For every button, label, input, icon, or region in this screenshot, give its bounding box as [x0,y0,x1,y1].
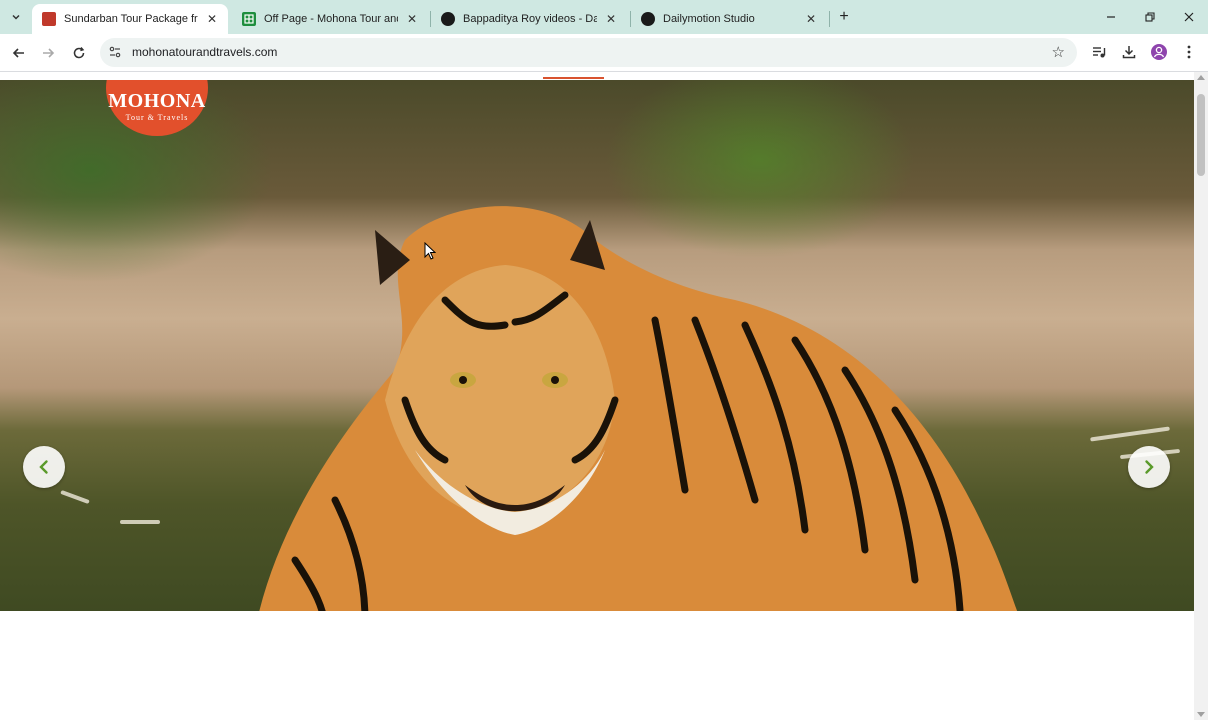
downloads-button[interactable] [1119,42,1139,62]
mohona-logo[interactable]: MOHONA Tour & Travels [106,80,208,136]
chevron-left-icon [39,460,48,474]
page-scrollbar[interactable] [1194,72,1208,720]
page-content: MOHONA Tour & Travels [0,72,1194,720]
slider-next-button[interactable] [1128,446,1170,488]
mohona-favicon-icon [42,12,56,26]
close-icon[interactable]: ✕ [204,11,220,27]
tiger-image [259,206,1018,611]
mouse-cursor-icon [424,242,436,260]
tab-dailymotion-studio[interactable]: Dailymotion Studio ✕ [631,4,827,34]
tab-title: Bappaditya Roy videos - Dailym [463,13,597,25]
water-glint [1090,426,1170,442]
download-icon [1122,46,1136,59]
restore-icon [1145,12,1155,22]
water-glint [120,520,160,524]
close-icon[interactable]: ✕ [603,11,619,27]
avatar-icon [1151,44,1167,60]
tab-title: Dailymotion Studio [663,13,755,25]
url-text[interactable]: mohonatourandtravels.com [132,45,277,59]
scroll-thumb[interactable] [1197,94,1205,176]
dailymotion-favicon-icon [441,12,455,26]
arrow-right-icon [43,48,55,58]
minimize-icon [1107,16,1115,18]
scroll-down-arrow[interactable] [1197,712,1205,717]
tab-off-page[interactable]: Off Page - Mohona Tour and Tr ✕ [232,4,428,34]
dailymotion-favicon-icon [641,12,655,26]
media-controls-button[interactable] [1089,42,1109,62]
bookmark-star-icon[interactable]: ☆ [1052,43,1065,61]
forward-button[interactable] [37,42,59,64]
hero-slider: MOHONA Tour & Travels [0,80,1194,611]
browser-toolbar: mohonatourandtravels.com ☆ [0,34,1208,72]
close-icon[interactable]: ✕ [803,11,819,27]
nav-active-indicator [543,77,604,79]
playlist-icon [1093,47,1106,58]
reload-icon [73,47,85,59]
tab-sundarban[interactable]: Sundarban Tour Package from K ✕ [32,4,228,34]
logo-tagline: Tour & Travels [125,113,189,122]
close-icon[interactable]: ✕ [404,11,420,27]
restore-button[interactable] [1139,6,1161,28]
sheets-favicon-icon [242,12,256,26]
kebab-menu-icon [1187,45,1191,59]
tab-strip: Sundarban Tour Package from K ✕ Off Page… [0,0,1208,34]
menu-button[interactable] [1179,42,1199,62]
logo-name: MOHONA [108,90,206,112]
minimize-button[interactable] [1100,6,1122,28]
tab-title: Off Page - Mohona Tour and Tr [264,13,398,25]
new-tab-button[interactable]: + [835,8,853,26]
chevron-right-icon [1145,460,1154,474]
slider-prev-button[interactable] [23,446,65,488]
tab-separator [829,11,830,27]
profile-button[interactable] [1149,42,1169,62]
site-info-icon[interactable] [108,45,122,59]
chevron-down-icon [12,14,20,20]
address-bar[interactable]: mohonatourandtravels.com ☆ [100,38,1077,67]
reload-button[interactable] [68,42,90,64]
scroll-up-arrow[interactable] [1197,75,1205,80]
tab-bappaditya[interactable]: Bappaditya Roy videos - Dailym ✕ [431,4,627,34]
water-glint [60,489,90,505]
tab-search-button[interactable] [6,7,26,27]
back-button[interactable] [8,42,30,64]
close-icon [1184,12,1194,22]
arrow-left-icon [12,48,24,58]
tab-title: Sundarban Tour Package from K [64,13,198,25]
close-window-button[interactable] [1178,6,1200,28]
